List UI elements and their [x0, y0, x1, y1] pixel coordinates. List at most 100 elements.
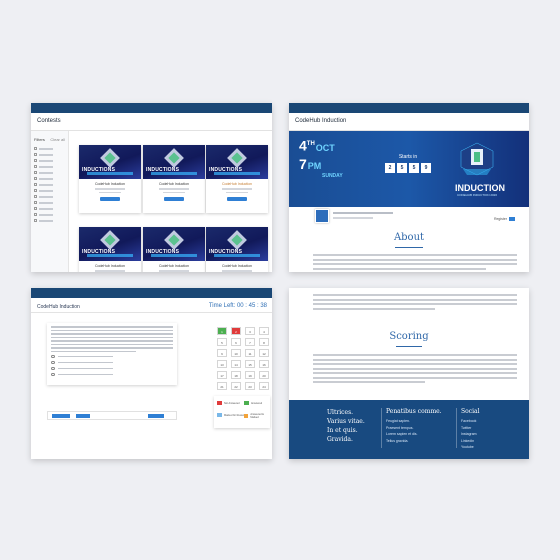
palette-cell[interactable]: 9 — [217, 349, 227, 357]
previous-button[interactable] — [52, 414, 70, 418]
palette-cell[interactable]: 20 — [259, 371, 269, 379]
checkbox[interactable] — [34, 201, 37, 204]
organizer-row: Register — [315, 209, 515, 227]
radio-button[interactable] — [51, 360, 55, 364]
palette-cell[interactable]: 14 — [231, 360, 241, 368]
register-button[interactable] — [509, 217, 515, 221]
palette-cell[interactable]: 19 — [245, 371, 255, 379]
footer-link[interactable]: Youtube — [461, 445, 480, 449]
event-date: 4THOCT — [299, 137, 335, 154]
palette-cell[interactable]: 6 — [231, 338, 241, 346]
palette-cell[interactable]: 15 — [245, 360, 255, 368]
mark-button[interactable] — [76, 414, 90, 418]
checkbox[interactable] — [34, 165, 37, 168]
palette-cell[interactable]: 8 — [259, 338, 269, 346]
palette-cell[interactable]: 13 — [217, 360, 227, 368]
filter-option[interactable] — [34, 213, 65, 216]
contest-card[interactable]: INDUCTIONS CodeHub Induction — [143, 145, 205, 213]
filter-option[interactable] — [34, 177, 65, 180]
footer-heading: Social — [461, 408, 480, 415]
palette-cell[interactable]: 1 — [217, 327, 227, 335]
quiz-page-screenshot: CodeHub Induction Time Left: 00 : 45 : 3… — [31, 288, 272, 459]
filter-option[interactable] — [34, 165, 65, 168]
palette-cell[interactable]: 2 — [231, 327, 241, 335]
filter-option[interactable] — [34, 147, 65, 150]
filter-option[interactable] — [34, 183, 65, 186]
contest-thumbnail: INDUCTIONS — [206, 145, 268, 179]
event-time: 7PM — [299, 156, 322, 172]
footer-link[interactable]: Tellus gravida. — [386, 439, 442, 443]
filter-label: Filters — [34, 137, 45, 142]
view-button[interactable] — [164, 197, 184, 201]
answer-option[interactable] — [51, 366, 173, 370]
palette-cell[interactable]: 5 — [217, 338, 227, 346]
contest-card[interactable]: INDUCTIONS CodeHub Induction — [143, 227, 205, 272]
footer-link[interactable]: Feugiat sapien. — [386, 419, 442, 423]
checkbox[interactable] — [34, 219, 37, 222]
palette-cell[interactable]: 7 — [245, 338, 255, 346]
palette-cell[interactable]: 24 — [259, 382, 269, 390]
contest-card[interactable]: INDUCTIONS CodeHub Induction — [79, 227, 141, 272]
palette-cell[interactable]: 4 — [259, 327, 269, 335]
palette-cell[interactable]: 23 — [245, 382, 255, 390]
answer-option[interactable] — [51, 360, 173, 364]
palette-cell[interactable]: 17 — [217, 371, 227, 379]
contest-thumbnail: INDUCTIONS — [79, 145, 141, 179]
view-button[interactable] — [100, 197, 120, 201]
contest-title: CodeHub Induction — [95, 182, 125, 186]
footer-link[interactable]: Facebook — [461, 419, 480, 423]
scoring-heading: Scoring — [389, 331, 429, 342]
contest-card[interactable]: INDUCTIONS CodeHub Induction — [206, 145, 268, 213]
checkbox[interactable] — [34, 189, 37, 192]
checkbox[interactable] — [34, 159, 37, 162]
about-text — [313, 254, 517, 272]
palette-cell[interactable]: 11 — [245, 349, 255, 357]
filter-option[interactable] — [34, 171, 65, 174]
palette-cell[interactable]: 22 — [231, 382, 241, 390]
checkbox[interactable] — [34, 171, 37, 174]
view-button[interactable] — [227, 197, 247, 201]
footer-link[interactable]: Linkedin — [461, 439, 480, 443]
palette-cell[interactable]: 21 — [217, 382, 227, 390]
filter-clear-link[interactable]: Clear all — [50, 137, 65, 142]
contest-title: CodeHub Induction — [159, 182, 189, 186]
footer-link[interactable]: Lorem sapien et dis. — [386, 432, 442, 436]
filter-option[interactable] — [34, 201, 65, 204]
palette-cell[interactable]: 3 — [245, 327, 255, 335]
answer-option[interactable] — [51, 372, 173, 376]
footer-link[interactable]: Instagram — [461, 432, 480, 436]
contest-card[interactable]: INDUCTIONS CodeHub Induction — [206, 227, 268, 272]
radio-button[interactable] — [51, 366, 55, 370]
answer-option[interactable] — [51, 354, 173, 358]
filter-option[interactable] — [34, 207, 65, 210]
checkbox[interactable] — [34, 153, 37, 156]
checkbox[interactable] — [34, 195, 37, 198]
palette-cell[interactable]: 18 — [231, 371, 241, 379]
checkbox[interactable] — [34, 177, 37, 180]
checkbox[interactable] — [34, 213, 37, 216]
countdown-digit: 5 — [397, 163, 407, 173]
palette-cell[interactable]: 16 — [259, 360, 269, 368]
contest-title: CodeHub Induction — [95, 264, 125, 268]
timer: Time Left: 00 : 45 : 38 — [208, 303, 267, 309]
question-text — [51, 326, 173, 352]
checkbox[interactable] — [34, 147, 37, 150]
filter-option[interactable] — [34, 153, 65, 156]
heading-underline — [396, 346, 422, 347]
next-button[interactable] — [148, 414, 164, 418]
filter-option[interactable] — [34, 159, 65, 162]
footer-link[interactable]: Praesent tempus. — [386, 426, 442, 430]
radio-button[interactable] — [51, 372, 55, 376]
footer-heading: Penatibus comme. — [386, 408, 442, 415]
palette-cell[interactable]: 10 — [231, 349, 241, 357]
checkbox[interactable] — [34, 207, 37, 210]
palette-cell[interactable]: 12 — [259, 349, 269, 357]
filter-option[interactable] — [34, 189, 65, 192]
footer-link[interactable]: Twitter — [461, 426, 480, 430]
banner-title: INDUCTION — [455, 183, 505, 193]
filter-option[interactable] — [34, 219, 65, 222]
radio-button[interactable] — [51, 354, 55, 358]
contest-card[interactable]: INDUCTIONS CodeHub Induction — [79, 145, 141, 213]
checkbox[interactable] — [34, 183, 37, 186]
filter-option[interactable] — [34, 195, 65, 198]
